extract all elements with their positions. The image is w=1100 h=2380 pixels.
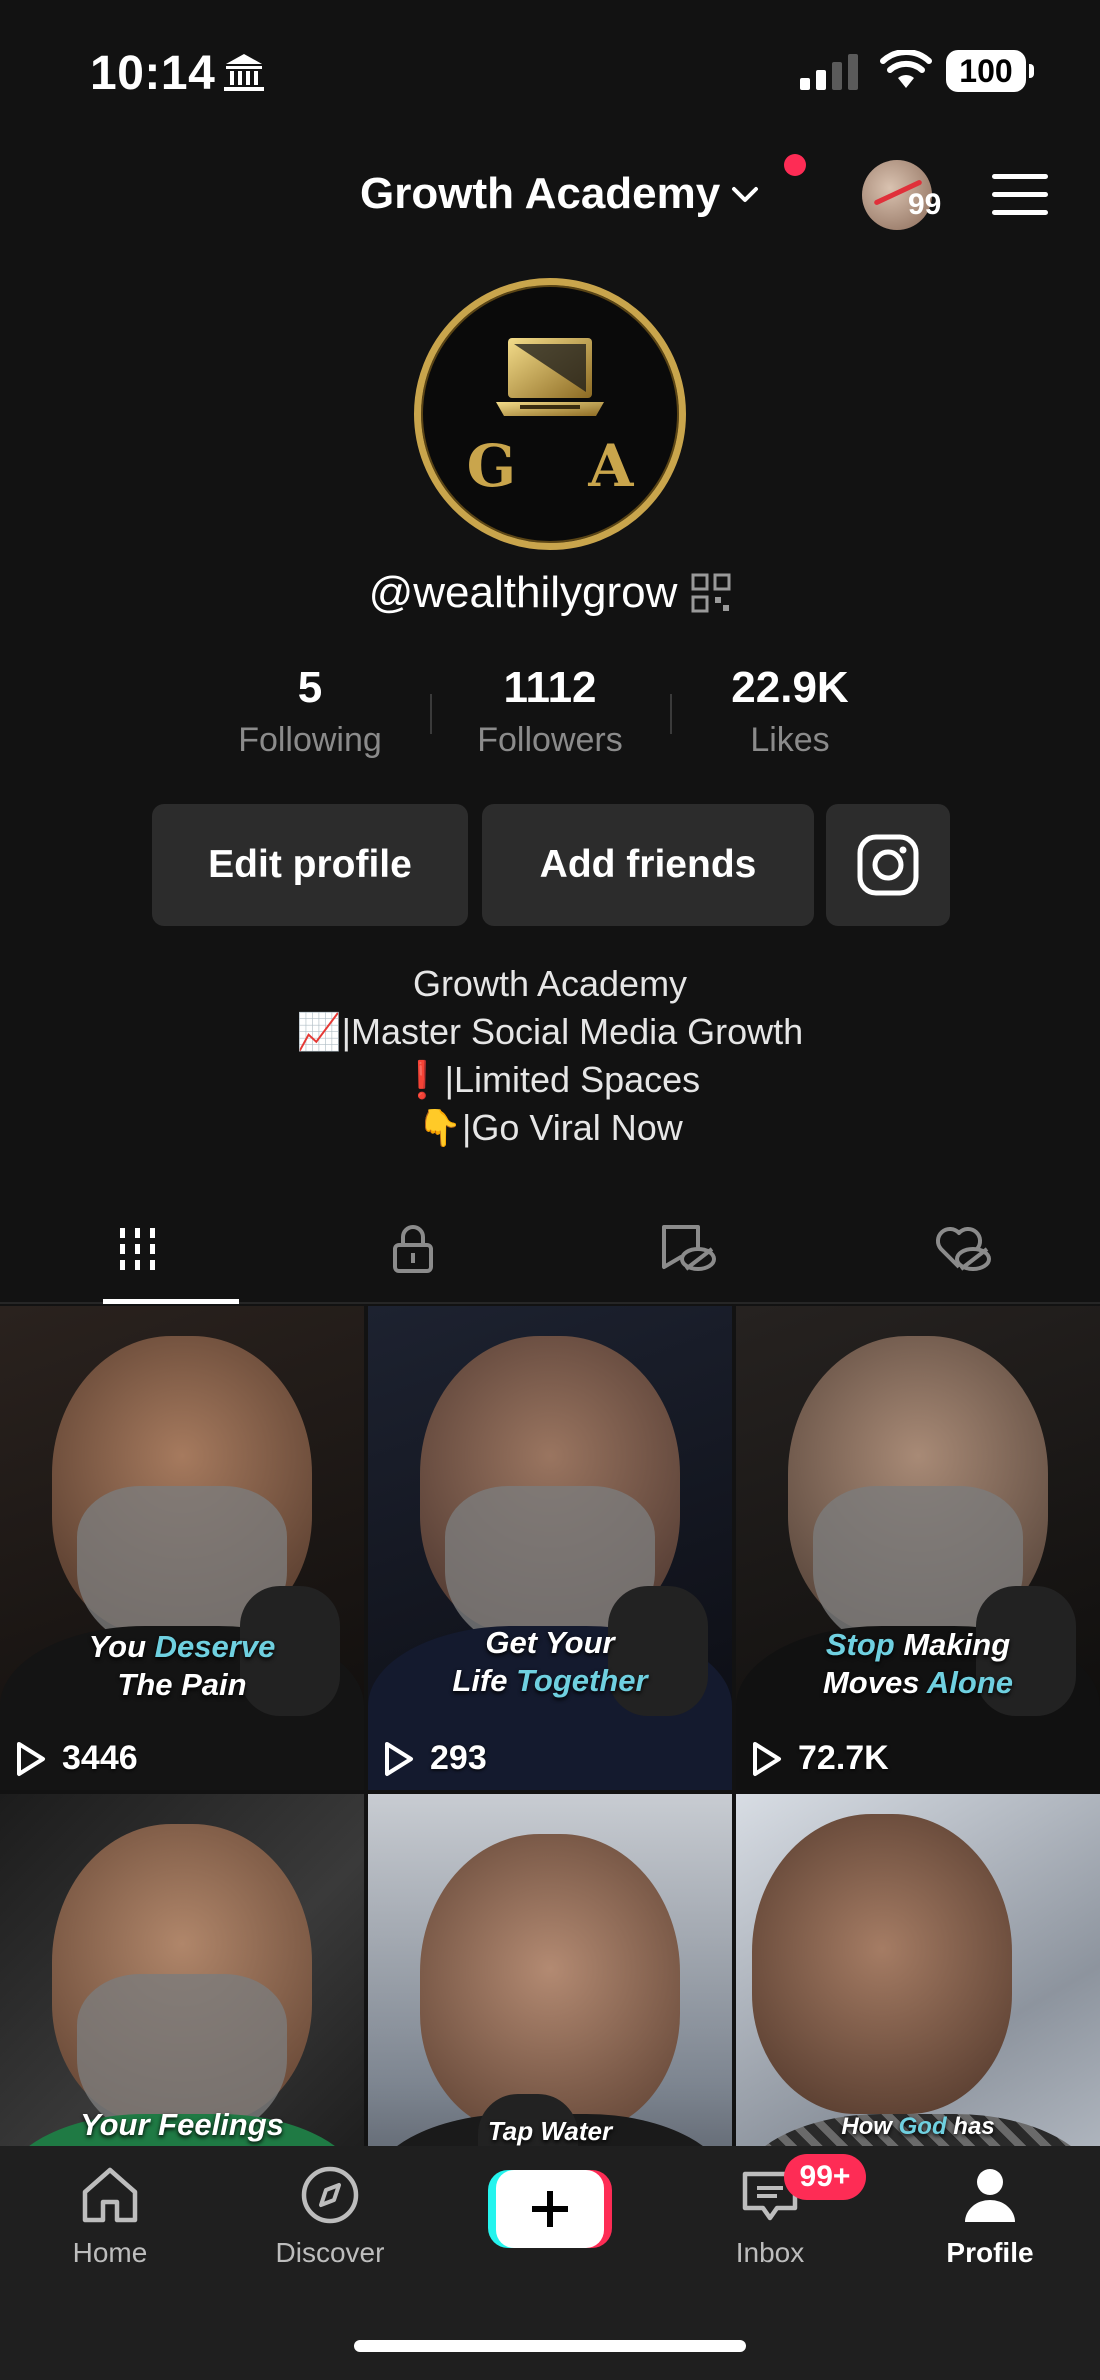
- lock-icon: [392, 1225, 433, 1273]
- play-icon: [753, 1741, 781, 1776]
- instagram-icon: [857, 834, 919, 896]
- video-caption: Tap Water: [487, 2116, 613, 2146]
- qr-code-icon[interactable]: [691, 573, 731, 613]
- profile-avatar[interactable]: G A: [414, 278, 686, 550]
- video-caption: How God has: [841, 2113, 995, 2140]
- hidden-bookmark-icon: [661, 1225, 716, 1271]
- avatar-count: 99: [908, 188, 942, 221]
- view-count: 72.7K: [750, 1739, 889, 1778]
- view-count: 293: [382, 1739, 487, 1778]
- nav-home[interactable]: Home: [30, 2164, 190, 2269]
- nav-profile-label: Profile: [946, 2237, 1034, 2268]
- wifi-icon: [880, 50, 932, 88]
- nav-profile[interactable]: Profile: [910, 2164, 1070, 2269]
- profile-stats: 5 Following 1112 Followers 22.9K Likes: [190, 660, 910, 770]
- bio-line: ❗️|Limited Spaces: [399, 1059, 701, 1100]
- video-thumbnail: [751, 1814, 1012, 2114]
- tab-videos[interactable]: [0, 1196, 275, 1304]
- account-switcher[interactable]: Growth Academy: [360, 162, 764, 226]
- video-tile[interactable]: Stop Making Moves Alone 72.7K: [736, 1306, 1100, 1790]
- following-label: Following: [238, 721, 382, 759]
- play-icon: [17, 1741, 45, 1776]
- cellular-signal-icon: [800, 54, 858, 90]
- edit-profile-button[interactable]: Edit profile: [152, 804, 468, 926]
- compass-icon: [301, 2166, 359, 2224]
- nav-home-label: Home: [72, 2237, 148, 2268]
- inbox-badge: 99+: [784, 2154, 866, 2200]
- video-caption: Stop Making Moves Alone: [822, 1627, 1014, 1700]
- tab-liked[interactable]: [825, 1196, 1100, 1302]
- status-time: 10:14: [90, 47, 216, 100]
- grid-icon: [119, 1228, 155, 1270]
- play-icon: [385, 1741, 413, 1776]
- chevron-down-icon: [732, 187, 759, 202]
- add-friends-button[interactable]: Add friends: [482, 804, 814, 926]
- laptop-logo-icon: [496, 338, 604, 416]
- likes-stat[interactable]: 22.9K Likes: [670, 660, 910, 770]
- username-handle: @wealthilygrow: [368, 568, 678, 617]
- bank-icon: [224, 54, 264, 91]
- view-count: 3446: [14, 1739, 138, 1778]
- home-icon: [82, 2167, 138, 2223]
- video-thumbnail: [420, 1834, 680, 2134]
- home-indicator: [354, 2340, 746, 2352]
- notification-dot: [784, 154, 806, 176]
- content-tabs: [0, 1196, 1100, 1304]
- bio-line: 📈|Master Social Media Growth: [296, 1011, 804, 1052]
- bio-line: Growth Academy: [412, 963, 688, 1004]
- person-icon: [965, 2169, 1015, 2222]
- likes-label: Likes: [750, 721, 830, 759]
- likes-count: 22.9K: [731, 663, 849, 712]
- video-caption: Get Your Life Together: [452, 1625, 648, 1698]
- nav-discover[interactable]: Discover: [250, 2164, 410, 2269]
- handle-row: @wealthilygrow: [0, 568, 1100, 618]
- following-stat[interactable]: 5 Following: [190, 660, 430, 770]
- tab-reposts[interactable]: [550, 1196, 825, 1302]
- profile-bio: Growth Academy 📈|Master Social Media Gro…: [0, 960, 1100, 1152]
- account-name: Growth Academy: [360, 169, 721, 218]
- followers-count: 1112: [503, 663, 597, 712]
- video-tile[interactable]: You Deserve The Pain 3446: [0, 1306, 364, 1790]
- status-bar: 10:14 100: [0, 0, 1100, 120]
- instagram-button[interactable]: [826, 804, 950, 926]
- profile-header: Growth Academy 99: [0, 150, 1100, 240]
- menu-icon[interactable]: [992, 174, 1048, 218]
- plus-icon: [532, 2191, 568, 2227]
- tab-private[interactable]: [275, 1196, 550, 1302]
- hidden-heart-icon: [935, 1226, 991, 1271]
- followers-stat[interactable]: 1112 Followers: [430, 660, 670, 770]
- following-count: 5: [297, 663, 323, 712]
- video-grid: You Deserve The Pain 3446 Get Your Life …: [0, 1306, 1100, 2146]
- video-tile[interactable]: Tap Water: [368, 1794, 732, 2146]
- video-tile[interactable]: Your Feelings: [0, 1794, 364, 2146]
- video-caption: Your Feelings: [80, 2107, 284, 2142]
- video-caption: You Deserve The Pain: [88, 1629, 276, 1702]
- nav-inbox-label: Inbox: [735, 2237, 805, 2268]
- bio-line: 👇|Go Viral Now: [417, 1107, 683, 1148]
- followers-label: Followers: [477, 721, 623, 759]
- logo-text: G A: [466, 432, 660, 500]
- battery-indicator: 100: [946, 50, 1034, 92]
- nav-discover-label: Discover: [275, 2237, 385, 2268]
- video-tile[interactable]: How God has: [736, 1794, 1100, 2146]
- create-button[interactable]: [488, 2170, 612, 2248]
- video-tile[interactable]: Get Your Life Together 293: [368, 1306, 732, 1790]
